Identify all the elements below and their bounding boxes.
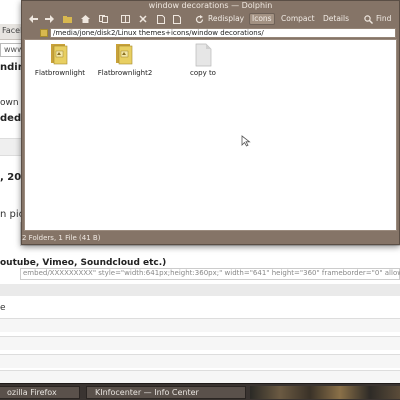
file-item-folder[interactable]: Flatbrownlight [25,43,95,77]
window-title: window decorations — Dolphin [148,1,273,10]
taskbar: ozilla Firefox KInfocenter — Info Center [0,383,400,400]
embed-heading: outube, Vimeo, Soundcloud etc.) [0,258,167,268]
window-titlebar[interactable]: window decorations — Dolphin [22,1,399,11]
location-input[interactable]: /media/jone/disk2/Linux themes+icons/win… [50,28,396,38]
page-text-line: own [0,98,19,108]
page-row [0,336,400,350]
search-icon[interactable] [363,14,373,24]
page-row [0,354,400,368]
taskbar-item-kinfocenter[interactable]: KInfocenter — Info Center [86,386,246,399]
wallpaper-preview [250,386,400,399]
details-view-button[interactable]: Details [321,13,351,25]
up-folder-icon[interactable] [62,14,72,24]
file-item-file[interactable]: copy to [187,43,219,77]
file-icon[interactable] [172,14,182,24]
copy-icon[interactable] [98,14,108,24]
folder-icon [40,29,48,37]
page-row [0,318,400,332]
screen: Faceb www.p ndin own ded f , 200 n pict … [0,0,400,400]
home-icon[interactable] [80,14,90,24]
icons-view-button[interactable]: Icons [249,13,275,25]
refresh-icon[interactable] [194,14,204,24]
status-bar: 2 Folders, 1 File (41 B) [22,232,399,244]
redisplay-button[interactable]: Redisplay [206,13,246,25]
file-view[interactable]: Flatbrownlight Flatbrownlight2 copy to [24,39,397,231]
status-text: 2 Folders, 1 File (41 B) [22,234,101,242]
close-tab-icon[interactable] [138,14,148,24]
mouse-cursor-icon [241,132,251,147]
file-item-label: Flatbrownlight [34,69,86,77]
embed-code-field[interactable]: embed/XXXXXXXXX" style="width:641px;heig… [20,268,400,280]
embed-code-text: embed/XXXXXXXXX" style="width:641px;heig… [23,269,400,277]
compact-view-button[interactable]: Compact [279,13,317,25]
page-divider [0,284,400,296]
file-item-folder[interactable]: Flatbrownlight2 [90,43,160,77]
find-button[interactable]: Find [374,13,393,25]
location-bar: /media/jone/disk2/Linux themes+icons/win… [24,28,397,38]
dolphin-window: window decorations — Dolphin Redisplay I… [21,0,400,245]
file-item-label: Flatbrownlight2 [97,69,153,77]
folder-icon [48,43,72,67]
page-row-label: e [0,303,6,313]
back-arrow-icon[interactable] [28,14,38,24]
forward-arrow-icon[interactable] [44,14,54,24]
taskbar-item-firefox[interactable]: ozilla Firefox [0,386,80,399]
document-icon [191,43,215,67]
file-icon[interactable] [156,14,166,24]
toolbar: Redisplay Icons Compact Details Find [22,11,399,27]
folder-icon [113,43,137,67]
file-item-label: copy to [190,69,216,77]
view-split-icon[interactable] [120,14,130,24]
page-row [0,370,400,384]
location-path: /media/jone/disk2/Linux themes+icons/win… [53,29,264,37]
